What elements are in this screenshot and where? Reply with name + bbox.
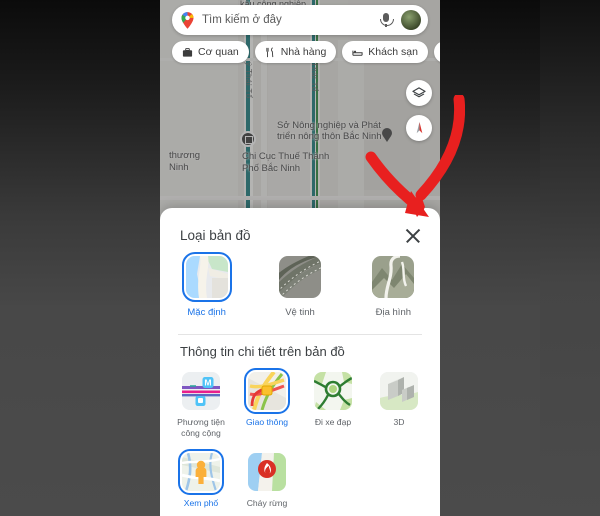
- hotel-bed-icon: [352, 50, 363, 56]
- search-input[interactable]: Tìm kiếm ở đây: [202, 14, 379, 26]
- restaurant-icon: [266, 46, 273, 57]
- backdrop-right: [540, 0, 600, 516]
- chip-restaurant-label: Nhà hàng: [280, 46, 327, 58]
- satellite-map-thumbnail: [278, 256, 321, 298]
- sheet-divider: [178, 334, 422, 335]
- map-type-sheet: Loại bản đồ Mặc định Vệ tinh Địa hình Th…: [160, 208, 440, 516]
- detail-traffic[interactable]: Giao thông: [234, 368, 300, 439]
- detail-wildfires[interactable]: Cháy rừng: [234, 453, 300, 509]
- detail-bicycling-label: Đi xe đạp: [314, 417, 352, 427]
- detail-transit-label: Phương tiện công cộng: [177, 417, 225, 438]
- detail-street-view[interactable]: Xem phố: [168, 449, 234, 509]
- voice-search-icon[interactable]: [379, 12, 394, 28]
- annotation-arrow: [365, 95, 465, 217]
- phone-viewport: kâu công nghiệp ý Thái Tổ Thái Tổ Sở Nôn…: [160, 0, 440, 516]
- detail-3d[interactable]: 3D: [366, 372, 432, 439]
- chip-hotel[interactable]: Khách sạn: [342, 41, 428, 63]
- detail-wildfires-label: Cháy rừng: [246, 498, 288, 508]
- sheet-details-title: Thông tin chi tiết trên bản đồ: [180, 344, 345, 359]
- mic-arc: [380, 19, 394, 26]
- default-map-thumbnail: [181, 252, 232, 302]
- detail-transit[interactable]: M Phương tiện công cộng: [168, 372, 234, 439]
- 3d-buildings-icon: [380, 372, 418, 410]
- screenshot-root: kâu công nghiệp ý Thái Tổ Thái Tổ Sở Nôn…: [0, 0, 600, 516]
- chip-work[interactable]: Cơ quan: [172, 41, 249, 63]
- mic-stem: [385, 24, 387, 27]
- detail-bicycling[interactable]: Đi xe đạp: [300, 372, 366, 439]
- account-avatar[interactable]: [401, 10, 421, 30]
- chip-work-label: Cơ quan: [198, 46, 239, 58]
- detail-street-view-label: Xem phố: [183, 498, 219, 508]
- map-type-terrain[interactable]: Địa hình: [347, 256, 440, 328]
- map-details-grid: M Phương tiện công cộng Giao thông Đi xe…: [168, 368, 432, 516]
- chip-shopping[interactable]: [433, 41, 440, 63]
- traffic-icon: [244, 368, 290, 414]
- street-view-icon: [178, 449, 224, 495]
- map-type-satellite[interactable]: Vệ tinh: [253, 256, 346, 328]
- map-type-row: Mặc định Vệ tinh Địa hình: [160, 252, 440, 328]
- wildfires-icon: [248, 453, 286, 491]
- svg-text:M: M: [204, 378, 211, 388]
- briefcase-icon: [182, 47, 193, 57]
- transit-icon: M: [182, 372, 220, 410]
- map-type-default[interactable]: Mặc định: [160, 252, 253, 328]
- detail-3d-label: 3D: [393, 417, 405, 427]
- detail-traffic-label: Giao thông: [245, 417, 289, 427]
- chip-restaurant[interactable]: Nhà hàng: [254, 41, 337, 63]
- category-chips: Cơ quan Nhà hàng Khách sạn: [172, 41, 440, 63]
- search-bar[interactable]: Tìm kiếm ở đây: [172, 5, 428, 35]
- map-type-satellite-label: Vệ tinh: [285, 307, 315, 318]
- map-type-terrain-label: Địa hình: [375, 307, 412, 318]
- google-maps-pin-icon: [181, 11, 194, 29]
- map-type-default-label: Mặc định: [187, 307, 226, 318]
- sheet-title: Loại bản đồ: [180, 228, 251, 243]
- terrain-map-thumbnail: [372, 256, 415, 298]
- chip-hotel-label: Khách sạn: [368, 46, 418, 58]
- bicycling-icon: [314, 372, 352, 410]
